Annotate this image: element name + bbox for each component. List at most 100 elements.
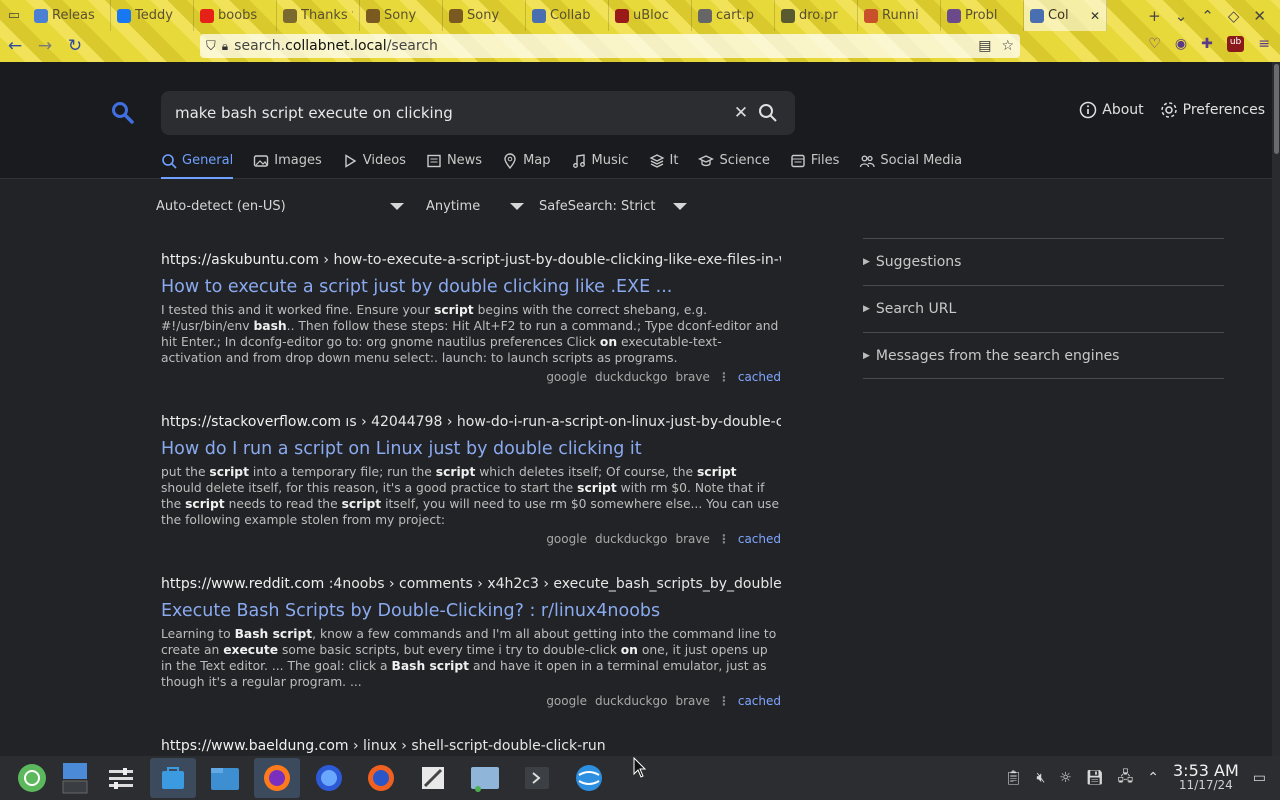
- restore-icon[interactable]: ◇: [1228, 7, 1240, 25]
- browser-tab[interactable]: Thanks fo: [277, 0, 360, 31]
- brightness-icon[interactable]: ☼: [1059, 770, 1072, 786]
- sidebar-item-messages[interactable]: ▶ Messages from the search engines: [863, 332, 1224, 379]
- volume-muted-icon[interactable]: 🔇︎: [1036, 770, 1045, 786]
- back-icon[interactable]: ←: [0, 32, 30, 60]
- browser-tab[interactable]: Sony: [443, 0, 526, 31]
- app-menu-icon[interactable]: ≡: [1258, 36, 1270, 52]
- result-title-link[interactable]: How do I run a script on Linux just by d…: [161, 439, 781, 459]
- new-tab-icon[interactable]: +: [1148, 7, 1161, 25]
- page-scrollbar[interactable]: [1272, 62, 1280, 756]
- tray-expand-icon[interactable]: ⌃: [1147, 770, 1159, 786]
- close-tab-icon[interactable]: ✕: [1090, 9, 1100, 23]
- browser-tab[interactable]: Releas: [28, 0, 111, 31]
- tab-general[interactable]: General: [161, 153, 234, 179]
- result-url[interactable]: https://www.baeldung.com › linux › shell…: [161, 738, 781, 756]
- clipboard-icon[interactable]: 📋︎: [1005, 770, 1023, 786]
- tab-it[interactable]: It: [649, 153, 699, 179]
- browser-tab[interactable]: Collab: [526, 0, 609, 31]
- show-desktop-icon[interactable]: ▭: [1253, 770, 1266, 786]
- extensions-icon[interactable]: ✚: [1201, 36, 1213, 52]
- ublock-icon[interactable]: ub: [1226, 36, 1245, 52]
- text-editor-icon[interactable]: [410, 758, 456, 798]
- browser-tab[interactable]: Probl: [941, 0, 1024, 31]
- scrollbar-thumb[interactable]: [1274, 64, 1279, 154]
- close-window-icon[interactable]: ✕: [1253, 7, 1266, 25]
- url-text[interactable]: search.collabnet.local/search: [234, 38, 438, 54]
- result-url[interactable]: https://www.reddit.com :4noobs › comment…: [161, 576, 781, 596]
- result-title-link[interactable]: How to execute a script just by double c…: [161, 277, 781, 297]
- tab-news[interactable]: News: [426, 153, 502, 179]
- result-title-link[interactable]: Execute Bash Scripts by Double-Clicking?…: [161, 601, 781, 621]
- preferences-link[interactable]: Preferences: [1160, 101, 1265, 119]
- browser-tab[interactable]: Runni: [858, 0, 941, 31]
- tab-music[interactable]: Music: [571, 153, 649, 179]
- language-select[interactable]: Auto-detect (en-US): [150, 195, 410, 218]
- browser-tab[interactable]: uBloc: [609, 0, 692, 31]
- folder-add-icon[interactable]: [462, 758, 508, 798]
- tab-images[interactable]: Images: [253, 153, 342, 179]
- clock[interactable]: 3:53 AM 11/17/24: [1173, 763, 1239, 793]
- search-filters: Auto-detect (en-US) Anytime SafeSearch: …: [150, 195, 693, 218]
- browser-tab[interactable]: Teddy: [111, 0, 194, 31]
- tab-videos[interactable]: Videos: [342, 153, 426, 179]
- nav-bar: ← → ↻ ⛉ 🔒︎ search.collabnet.local/search…: [0, 31, 1280, 61]
- firefox-icon[interactable]: [254, 758, 300, 798]
- lock-icon[interactable]: 🔒︎: [222, 39, 228, 54]
- more-options-icon[interactable]: ⋮: [718, 532, 730, 546]
- science-icon: [698, 155, 715, 167]
- account-icon[interactable]: ◉: [1175, 36, 1187, 52]
- forward-icon[interactable]: →: [30, 32, 60, 60]
- network-icon[interactable]: 🖧︎: [1118, 766, 1134, 790]
- result-url[interactable]: https://stackoverflow.com ıs › 42044798 …: [161, 414, 781, 434]
- firefox-esr-icon[interactable]: [358, 758, 404, 798]
- reload-icon[interactable]: ↻: [60, 32, 90, 60]
- browser-tab[interactable]: Col ✕: [1024, 0, 1107, 31]
- tab-science[interactable]: Science: [698, 153, 789, 179]
- clear-search-icon[interactable]: ✕: [727, 103, 755, 123]
- app-launcher-icon[interactable]: [12, 758, 52, 798]
- result-engines: google duckduckgo brave ⋮ cached: [161, 370, 781, 384]
- network-globe-icon[interactable]: [566, 758, 612, 798]
- system-settings-icon[interactable]: [98, 758, 144, 798]
- safesearch-select[interactable]: SafeSearch: Strict: [533, 195, 693, 218]
- cached-link[interactable]: cached: [738, 694, 781, 708]
- cached-link[interactable]: cached: [738, 370, 781, 384]
- tab-favicon-icon: [1030, 8, 1044, 23]
- tab-favicon-icon: [532, 8, 546, 23]
- shield-icon[interactable]: ⛉: [206, 39, 216, 54]
- tab-list-icon[interactable]: ▭: [0, 0, 28, 31]
- browser-tab[interactable]: cart.p: [692, 0, 775, 31]
- pocket-icon[interactable]: ♡: [1148, 36, 1161, 52]
- time-range-select[interactable]: Anytime: [420, 195, 530, 218]
- tab-files[interactable]: Files: [790, 153, 860, 179]
- more-options-icon[interactable]: ⋮: [718, 370, 730, 384]
- browser-tab[interactable]: boobs: [194, 0, 277, 31]
- sidebar-item-suggestions[interactable]: ▶ Suggestions: [863, 238, 1224, 285]
- disclosure-triangle-icon: ▶: [863, 350, 870, 361]
- search-submit-icon[interactable]: [755, 100, 781, 126]
- tab-map[interactable]: Map: [502, 153, 570, 179]
- desktop-pager-icon[interactable]: [58, 758, 92, 798]
- browser-tab[interactable]: Sony: [360, 0, 443, 31]
- sidebar-item-search[interactable]: ▶ Search URL: [863, 285, 1224, 332]
- terminal-icon[interactable]: [514, 758, 560, 798]
- result-url[interactable]: https://askubuntu.com › how-to-execute-a…: [161, 252, 781, 272]
- people-icon: [860, 155, 876, 168]
- cached-link[interactable]: cached: [738, 532, 781, 546]
- minimize-icon[interactable]: ⌃: [1201, 7, 1214, 25]
- url-bar[interactable]: ⛉ 🔒︎ search.collabnet.local/search ▤ ☆: [200, 34, 1020, 58]
- browser-tab[interactable]: dro.pr: [775, 0, 858, 31]
- reader-view-icon[interactable]: ▤: [978, 38, 991, 54]
- tab-social-media[interactable]: Social Media: [859, 153, 982, 179]
- list-all-tabs-icon[interactable]: ⌄: [1175, 7, 1188, 25]
- toolbar-extensions: ♡ ◉ ✚ ub ≡: [1148, 36, 1270, 52]
- search-input[interactable]: make bash script execute on clicking: [175, 104, 727, 122]
- more-options-icon[interactable]: ⋮: [718, 694, 730, 708]
- firefox-nightly-icon[interactable]: [306, 758, 352, 798]
- save-disk-icon[interactable]: 💾︎: [1086, 770, 1104, 786]
- bookmark-star-icon[interactable]: ☆: [1001, 38, 1014, 54]
- file-manager-icon[interactable]: [202, 758, 248, 798]
- about-link[interactable]: About: [1079, 101, 1144, 119]
- discover-store-icon[interactable]: [150, 758, 196, 798]
- searx-logo-icon[interactable]: [110, 100, 134, 124]
